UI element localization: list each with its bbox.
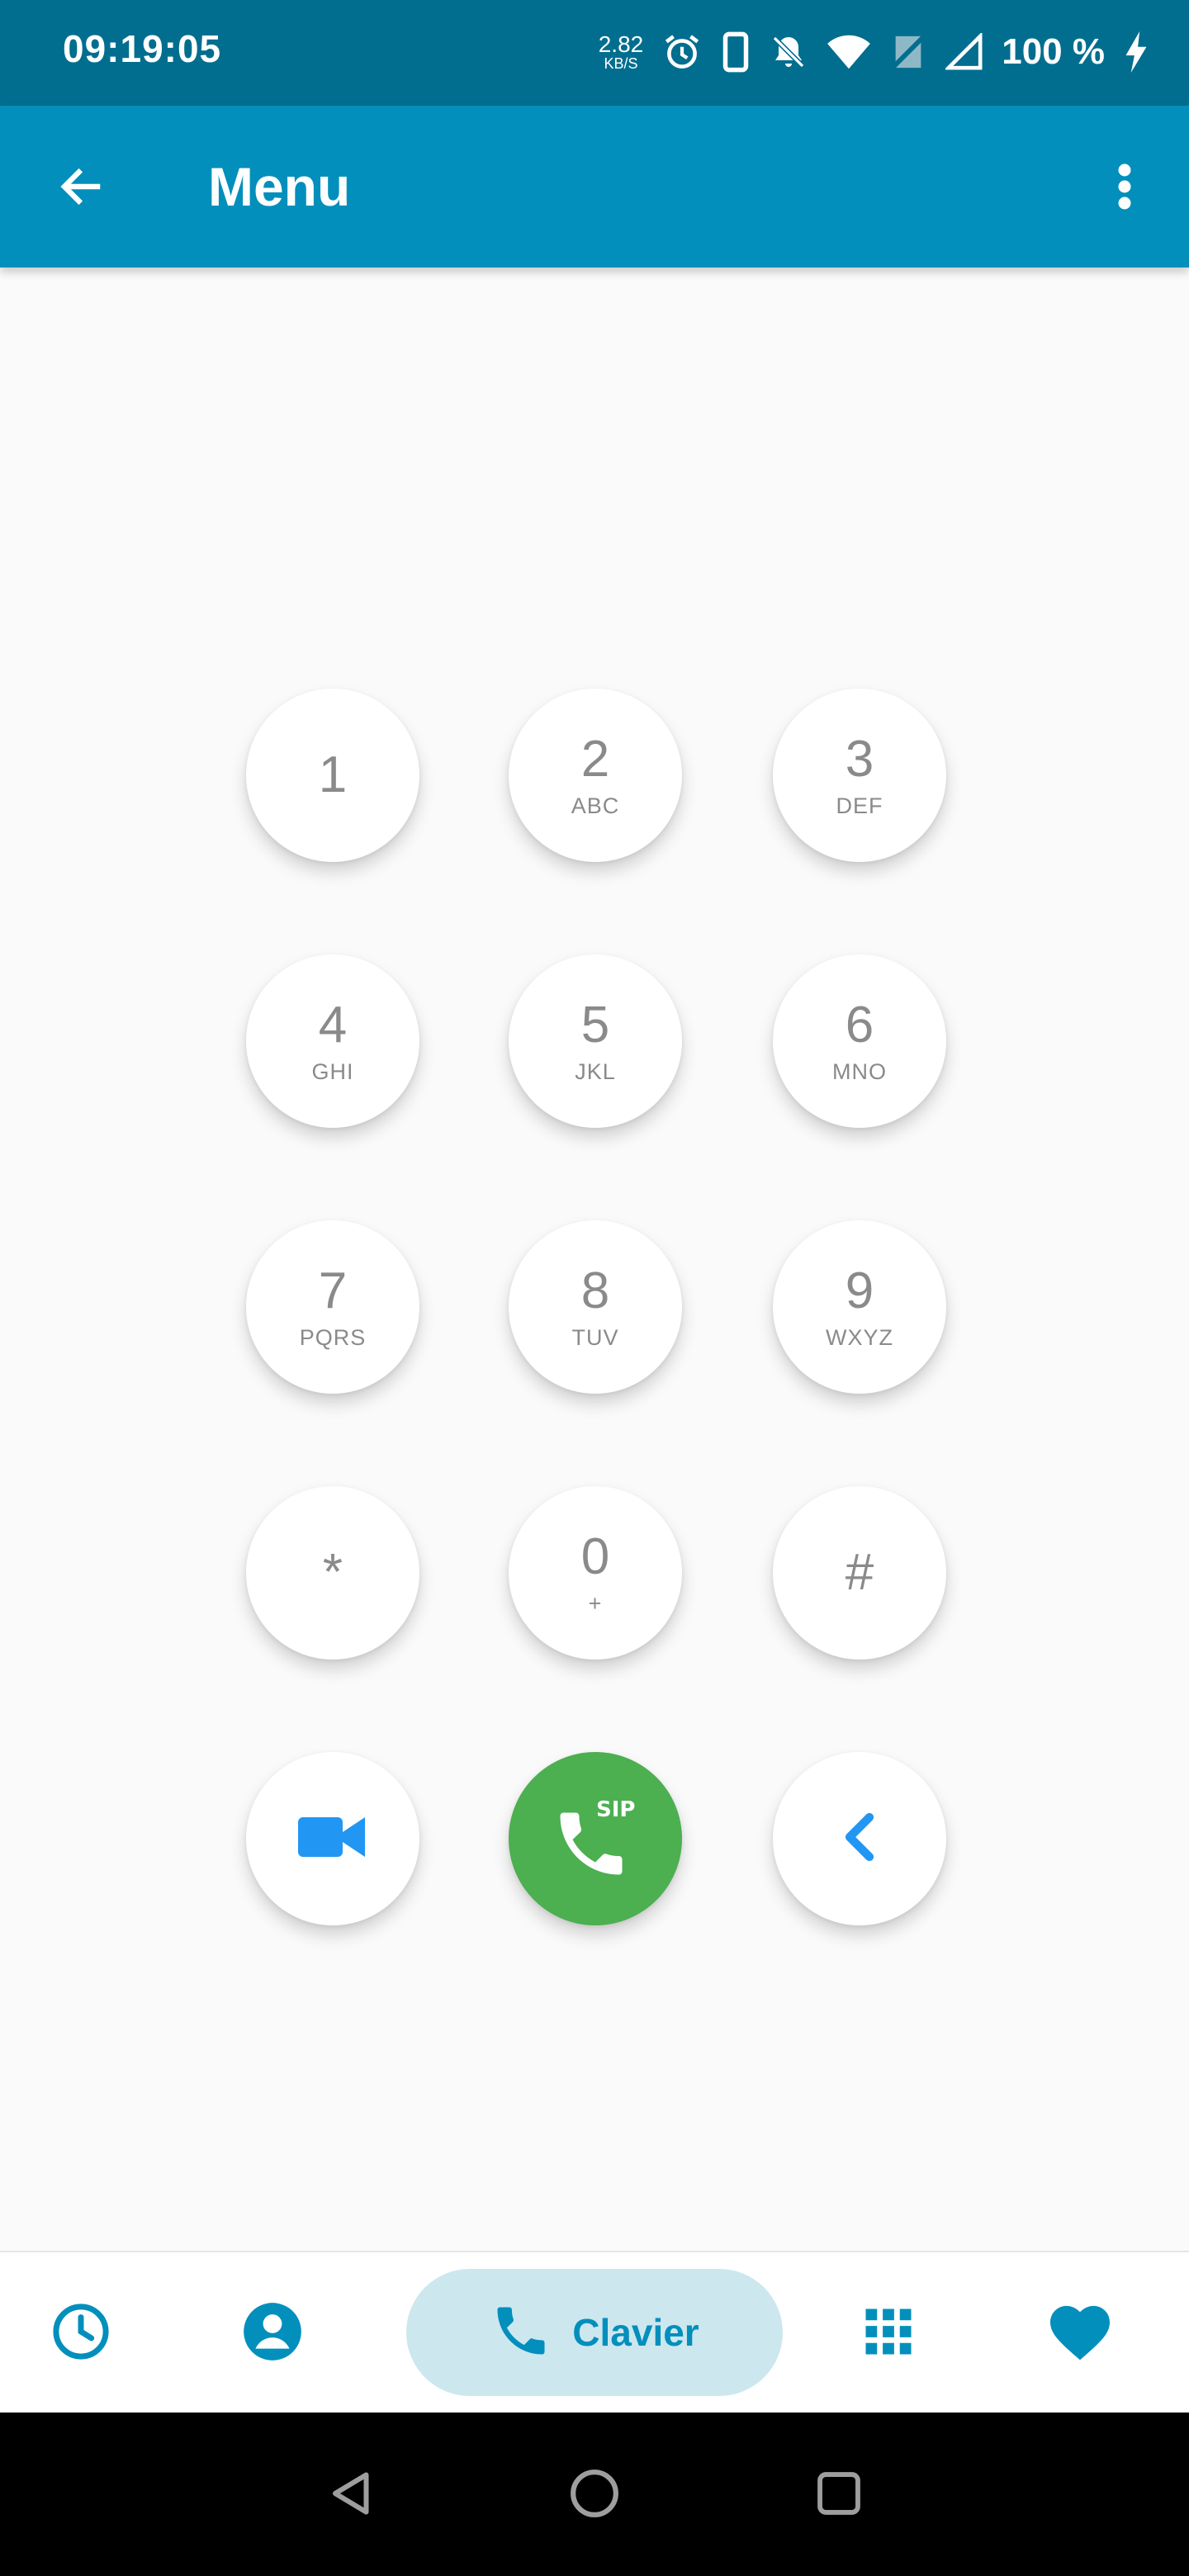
key-letters: +: [588, 1590, 603, 1616]
key-star[interactable]: *: [246, 1486, 419, 1660]
more-vert-icon: [1116, 162, 1133, 215]
back-triangle-icon: [327, 2469, 377, 2522]
key-letters: ABC: [571, 793, 620, 818]
key-5[interactable]: 5 JKL: [509, 954, 682, 1128]
alarm-icon: [661, 31, 703, 73]
key-3[interactable]: 3 DEF: [773, 689, 946, 862]
network-speed: 2.82 KB/S: [598, 31, 644, 72]
videocam-icon: [298, 1812, 367, 1866]
dialpad-icon: [861, 2304, 916, 2363]
page-title: Menu: [208, 156, 351, 217]
system-home-button[interactable]: [561, 2462, 628, 2528]
phone-icon: [721, 31, 751, 73]
status-bar: 09:19:05 2.82 KB/S 100 %: [0, 0, 1189, 106]
app-bar: Menu: [0, 106, 1189, 268]
bottom-navigation: Clavier: [0, 2251, 1189, 2414]
system-back-button[interactable]: [319, 2462, 385, 2528]
key-digit: 5: [580, 996, 610, 1054]
key-9[interactable]: 9 WXYZ: [773, 1220, 946, 1394]
favorites-heart-icon: [1047, 2302, 1113, 2365]
no-sim-icon: [889, 33, 927, 71]
key-digit: 2: [580, 730, 610, 788]
key-digit: *: [322, 1544, 343, 1601]
system-recents-button[interactable]: [806, 2462, 872, 2528]
bell-off-icon: [769, 32, 808, 72]
key-digit: 8: [580, 1262, 610, 1319]
signal-icon: [945, 33, 983, 71]
key-letters: TUV: [571, 1324, 619, 1350]
key-digit: 9: [845, 1262, 874, 1319]
key-digit: 1: [318, 746, 348, 803]
key-digit: 0: [580, 1527, 610, 1585]
chevron-left-icon: [841, 1812, 878, 1866]
system-navigation-bar: [0, 2413, 1189, 2576]
key-letters: WXYZ: [826, 1324, 893, 1350]
key-digit: 6: [845, 996, 874, 1054]
key-letters: PQRS: [299, 1324, 367, 1350]
sip-badge: SIP: [596, 1797, 636, 1822]
home-circle-icon: [569, 2468, 620, 2523]
key-0[interactable]: 0 +: [509, 1486, 682, 1660]
key-letters: DEF: [836, 793, 883, 818]
key-4[interactable]: 4 GHI: [246, 954, 419, 1128]
nav-dialpad[interactable]: [849, 2294, 928, 2373]
key-7[interactable]: 7 PQRS: [246, 1220, 419, 1394]
key-1[interactable]: 1: [246, 689, 419, 862]
network-speed-value: 2.82: [598, 31, 644, 57]
status-time: 09:19:05: [63, 27, 222, 70]
key-digit: 4: [318, 996, 348, 1054]
video-call-button[interactable]: [246, 1752, 419, 1925]
arrow-back-icon: [56, 162, 106, 215]
key-8[interactable]: 8 TUV: [509, 1220, 682, 1394]
nav-dialer-active[interactable]: Clavier: [406, 2269, 783, 2396]
key-letters: GHI: [311, 1058, 354, 1084]
backspace-button[interactable]: [773, 1752, 946, 1925]
sip-call-button[interactable]: SIP: [509, 1752, 682, 1925]
key-letters: MNO: [832, 1058, 887, 1084]
back-button[interactable]: [46, 154, 116, 223]
key-digit: 3: [845, 730, 874, 788]
nav-favorites[interactable]: [1040, 2294, 1120, 2373]
phone-icon: [490, 2299, 552, 2366]
contacts-icon: [241, 2300, 304, 2367]
overflow-menu-button[interactable]: [1090, 154, 1159, 223]
sip-call-icon: SIP: [550, 1797, 641, 1880]
key-letters: JKL: [575, 1058, 616, 1084]
key-digit: 7: [318, 1262, 348, 1319]
battery-percent: 100 %: [1002, 31, 1105, 72]
key-6[interactable]: 6 MNO: [773, 954, 946, 1128]
key-digit: #: [845, 1544, 874, 1601]
nav-contacts[interactable]: [233, 2294, 312, 2373]
network-speed-unit: KB/S: [604, 55, 638, 72]
charging-icon: [1123, 31, 1149, 73]
recents-square-icon: [815, 2469, 863, 2522]
history-icon: [50, 2300, 112, 2367]
wifi-icon: [827, 33, 871, 71]
key-2[interactable]: 2 ABC: [509, 689, 682, 862]
status-icons: 2.82 KB/S 100 %: [599, 25, 1149, 79]
key-hash[interactable]: #: [773, 1486, 946, 1660]
nav-history[interactable]: [41, 2294, 121, 2373]
nav-dialer-label: Clavier: [572, 2311, 699, 2354]
